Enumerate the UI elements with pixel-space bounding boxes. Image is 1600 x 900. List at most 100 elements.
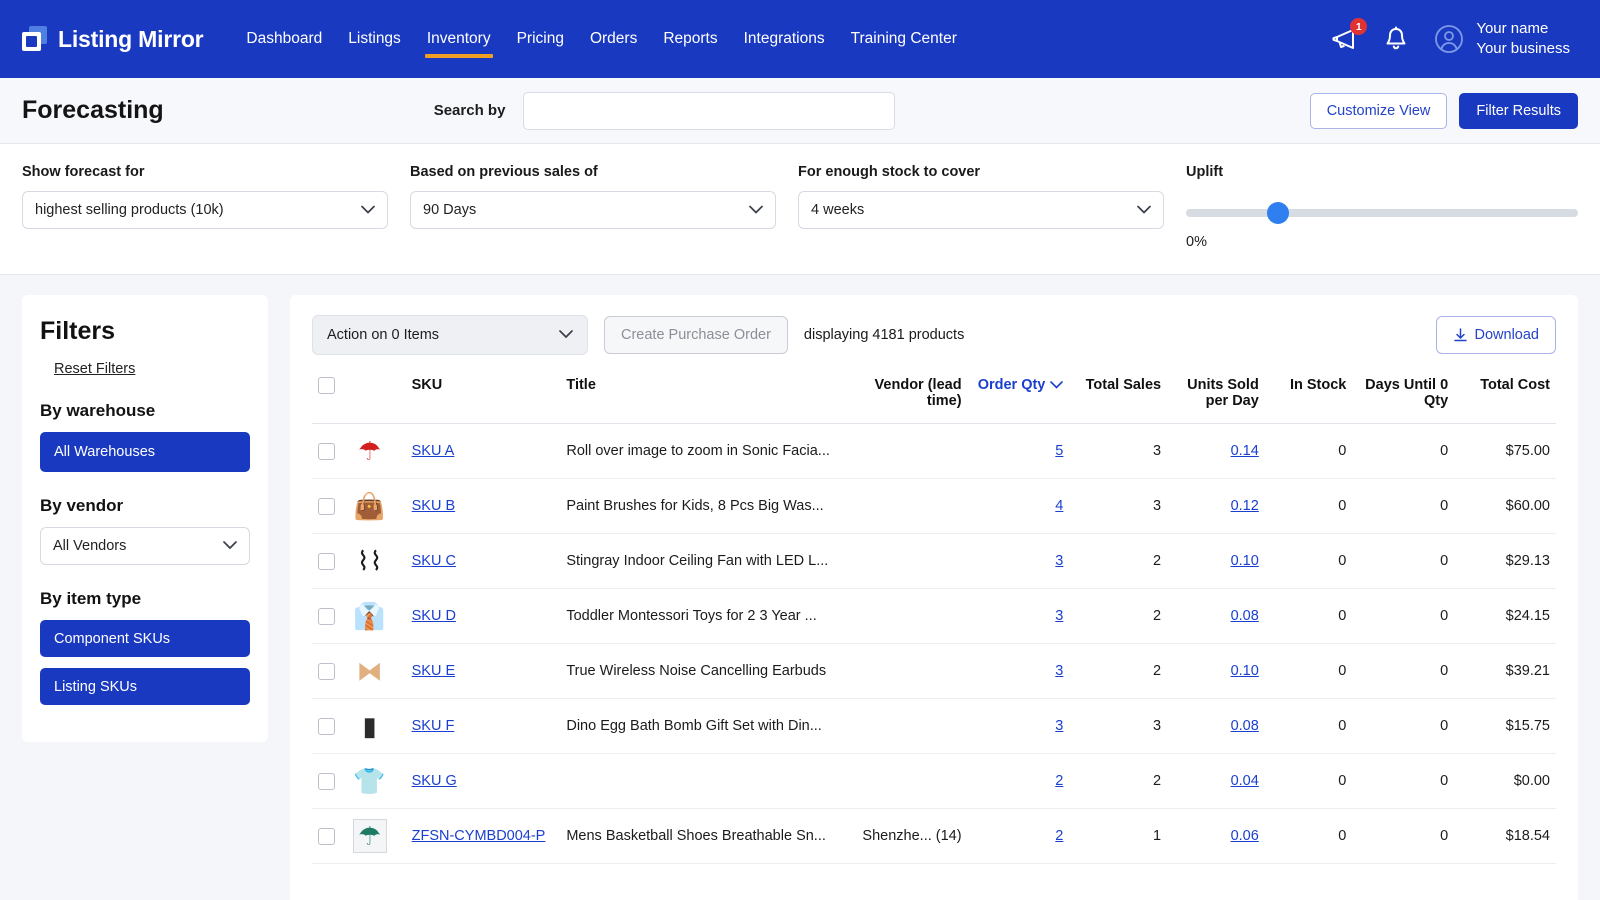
row-sku-cell: SKU G [403,753,559,809]
row-thumbnail-cell: 👔 [346,588,404,644]
row-checkbox[interactable] [318,662,335,680]
create-purchase-order-button[interactable]: Create Purchase Order [604,316,788,354]
filter-component-skus[interactable]: Component SKUs [40,620,250,657]
nav-item-reports[interactable]: Reports [650,0,730,78]
units-per-day-link[interactable]: 0.04 [1231,773,1259,789]
table-row[interactable]: ☂ SKU A Roll over image to zoom in Sonic F… [312,423,1556,479]
nav-item-inventory[interactable]: Inventory [414,0,504,78]
sku-link[interactable]: ZFSN-CYMBD004-P [412,828,546,844]
column-header-days-until-0[interactable]: Days Until 0 Qty [1352,369,1455,424]
nav-item-training-center[interactable]: Training Center [838,0,970,78]
forecast-for-select[interactable]: highest selling products (10k) [22,191,388,229]
stock-cover-select[interactable]: 4 weeks [798,191,1164,229]
table-row[interactable]: 👜 SKU B Paint Brushes for Kids, 8 Pcs Big … [312,478,1556,534]
column-header-vendor[interactable]: Vendor (lead time) [853,369,968,424]
product-thumbnail-icon: 👔 [353,601,386,631]
order-qty-link[interactable]: 5 [1055,443,1063,459]
units-per-day-link[interactable]: 0.14 [1231,443,1259,459]
filter-all-warehouses[interactable]: All Warehouses [40,432,250,472]
uplift-control: Uplift 0% [1186,164,1578,250]
search-input[interactable] [523,91,896,130]
row-days-until-0-cell: 0 [1352,808,1455,864]
row-checkbox[interactable] [318,717,335,735]
select-all-checkbox[interactable] [318,377,335,394]
nav-item-listings[interactable]: Listings [335,0,414,78]
nav-item-orders[interactable]: Orders [577,0,650,78]
row-checkbox[interactable] [318,442,335,460]
row-in-stock-cell: 0 [1264,423,1353,479]
row-total-cost-cell: $0.00 [1454,753,1556,809]
brand-logo[interactable]: Listing Mirror [22,26,204,53]
sku-link[interactable]: SKU G [412,773,457,789]
column-header-total-cost[interactable]: Total Cost [1454,369,1556,424]
column-header-sku[interactable]: SKU [403,369,559,424]
column-header-in-stock[interactable]: In Stock [1264,369,1353,424]
units-per-day-link[interactable]: 0.12 [1231,498,1259,514]
filter-listing-skus[interactable]: Listing SKUs [40,668,250,705]
column-header-title[interactable]: Title [558,369,854,424]
row-days-until-0-cell: 0 [1352,478,1455,534]
sku-link[interactable]: SKU D [412,608,456,624]
sku-link[interactable]: SKU A [412,443,455,459]
nav-item-integrations[interactable]: Integrations [731,0,838,78]
row-select-cell [312,808,347,864]
table-row[interactable]: ▮ SKU F Dino Egg Bath Bomb Gift Set with D… [312,698,1556,754]
row-select-cell [312,753,347,809]
table-row[interactable]: ⧓ SKU E True Wireless Noise Cancelling Ear… [312,643,1556,699]
row-total-cost-cell: $18.54 [1454,808,1556,864]
units-per-day-link[interactable]: 0.08 [1231,608,1259,624]
notifications-button[interactable] [1384,26,1408,52]
row-vendor-cell [853,698,968,754]
layered-squares-icon [22,26,48,52]
uplift-slider-handle[interactable] [1267,202,1290,224]
units-per-day-link[interactable]: 0.06 [1231,828,1259,844]
stock-cover-control: For enough stock to cover 4 weeks [798,164,1164,229]
nav-item-dashboard[interactable]: Dashboard [233,0,335,78]
previous-sales-select[interactable]: 90 Days [410,191,776,229]
table-row[interactable]: ☂ ZFSN-CYMBD004-P Mens Basketball Shoes Br… [312,808,1556,864]
order-qty-link[interactable]: 3 [1055,608,1063,624]
row-order-qty-cell: 3 [967,533,1070,589]
order-qty-link[interactable]: 3 [1055,553,1063,569]
column-header-order-qty[interactable]: Order Qty [967,369,1070,424]
sku-link[interactable]: SKU F [412,718,455,734]
units-per-day-link[interactable]: 0.08 [1231,718,1259,734]
column-header-total-sales[interactable]: Total Sales [1069,369,1168,424]
vendor-select[interactable]: All Vendors [40,527,250,565]
order-qty-link[interactable]: 2 [1055,773,1063,789]
table-row[interactable]: 👔 SKU D Toddler Montessori Toys for 2 3 Ye… [312,588,1556,644]
row-checkbox[interactable] [318,497,335,515]
row-select-cell [312,698,347,754]
product-thumbnail-icon: ☂ [357,436,382,466]
row-in-stock-cell: 0 [1264,808,1353,864]
order-qty-link[interactable]: 3 [1055,718,1063,734]
announcements-button[interactable]: 1 [1330,18,1368,51]
reset-filters-link[interactable]: Reset Filters [54,361,135,377]
bulk-action-select[interactable]: Action on 0 Items [312,315,588,355]
order-qty-link[interactable]: 2 [1055,828,1063,844]
uplift-slider[interactable] [1186,202,1578,224]
units-per-day-link[interactable]: 0.10 [1231,553,1259,569]
row-checkbox[interactable] [318,552,335,570]
row-order-qty-cell: 2 [967,753,1070,809]
sku-link[interactable]: SKU B [412,498,456,514]
table-row[interactable]: ⌇⌇ SKU C Stingray Indoor Ceiling Fan with … [312,533,1556,589]
sku-link[interactable]: SKU C [412,553,456,569]
page-header: Forecasting Search by Customize View Fil… [0,78,1600,144]
download-button[interactable]: Download [1435,316,1556,354]
user-menu[interactable]: Your name Your business [1434,19,1570,60]
filter-results-button[interactable]: Filter Results [1459,92,1578,129]
row-checkbox[interactable] [318,772,335,790]
sku-link[interactable]: SKU E [412,663,456,679]
units-per-day-link[interactable]: 0.10 [1231,663,1259,679]
nav-item-pricing[interactable]: Pricing [504,0,577,78]
column-header-units-per-day[interactable]: Units Sold per Day [1167,369,1265,424]
stock-cover-value: 4 weeks [811,202,865,218]
row-checkbox[interactable] [318,607,335,625]
order-qty-link[interactable]: 3 [1055,663,1063,679]
table-row[interactable]: 👕 SKU G 2 2 0.04 0 0 $0.00 [312,753,1556,809]
row-checkbox[interactable] [318,827,335,845]
customize-view-button[interactable]: Customize View [1309,92,1448,129]
download-icon [1453,327,1467,341]
order-qty-link[interactable]: 4 [1055,498,1063,514]
